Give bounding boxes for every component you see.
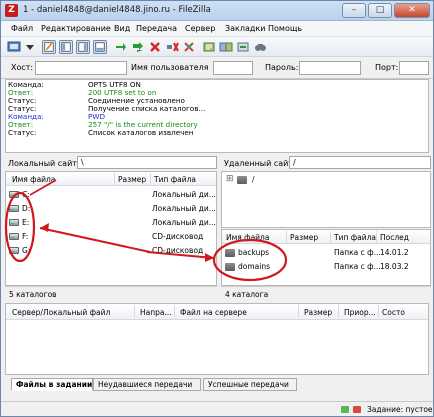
column-priority[interactable]: Приор... bbox=[344, 308, 376, 317]
menu-transfer[interactable]: Передача bbox=[136, 24, 177, 33]
expand-icon[interactable]: ⊞ bbox=[226, 173, 234, 186]
column-direction[interactable]: Напра... bbox=[140, 308, 172, 317]
column-server-local-file[interactable]: Сервер/Локальный файл bbox=[12, 308, 110, 317]
local-row-g[interactable]: G: CD-дисковод bbox=[6, 244, 216, 257]
remote-file-list[interactable]: Имя файла Размер Тип файла Послед backup… bbox=[221, 229, 431, 286]
remote-row-backups[interactable]: backups Папка с ф... 14.01.2 bbox=[222, 246, 430, 259]
remote-site-label: Удаленный сайт: bbox=[224, 159, 296, 168]
username-input[interactable] bbox=[213, 61, 253, 75]
column-size[interactable]: Размер bbox=[290, 233, 318, 242]
toggle-queue-icon[interactable] bbox=[93, 40, 107, 54]
column-last-modified[interactable]: Послед bbox=[380, 233, 409, 242]
dropdown-arrow-icon[interactable] bbox=[23, 40, 37, 54]
filezilla-app-icon: Z bbox=[5, 4, 18, 17]
toggle-local-tree-icon[interactable] bbox=[59, 40, 73, 54]
queue-indicator-icon bbox=[341, 406, 349, 413]
host-label: Хост: bbox=[11, 63, 34, 72]
remote-path-input[interactable]: / bbox=[289, 156, 431, 169]
folder-icon bbox=[225, 249, 235, 257]
hard-drive-icon bbox=[9, 219, 19, 226]
local-row-d[interactable]: D: Локальный ди... bbox=[6, 202, 216, 215]
local-status: 5 каталогов bbox=[5, 286, 217, 300]
local-row-f[interactable]: F: CD-дисковод bbox=[6, 230, 216, 243]
column-size[interactable]: Размер bbox=[118, 175, 146, 184]
sync-browsing-icon[interactable] bbox=[236, 40, 250, 54]
cd-drive-icon bbox=[9, 233, 19, 240]
hard-drive-icon bbox=[9, 205, 19, 212]
local-file-list[interactable]: Имя файла Размер Тип файла C: Локальный д… bbox=[5, 171, 217, 286]
folder-icon bbox=[225, 263, 235, 271]
menu-server[interactable]: Сервер bbox=[185, 24, 215, 33]
local-path-input[interactable]: \ bbox=[77, 156, 217, 169]
password-label: Пароль: bbox=[265, 63, 299, 72]
toolbar bbox=[1, 37, 433, 57]
cd-drive-icon bbox=[9, 247, 19, 254]
local-list-header: Имя файла Размер Тип файла bbox=[6, 172, 216, 186]
column-filename[interactable]: Имя файла bbox=[226, 233, 269, 242]
filezilla-window: Z 1 - daniel4848@daniel4848.jino.ru - Fi… bbox=[0, 0, 434, 417]
host-input[interactable] bbox=[35, 61, 127, 75]
cancel-operation-icon[interactable] bbox=[148, 40, 162, 54]
remote-status: 4 каталога bbox=[221, 286, 431, 300]
menu-bookmarks[interactable]: Закладки bbox=[225, 24, 265, 33]
column-type[interactable]: Тип файла bbox=[334, 233, 376, 242]
search-remote-files-icon[interactable] bbox=[253, 40, 267, 54]
process-queue-icon[interactable] bbox=[131, 40, 145, 54]
window-title: 1 - daniel4848@daniel4848.jino.ru - File… bbox=[23, 5, 211, 15]
tab-successful-transfers[interactable]: Успешные передачи bbox=[203, 378, 297, 391]
disconnect-icon[interactable] bbox=[165, 40, 179, 54]
column-status[interactable]: Состо bbox=[382, 308, 405, 317]
title-bar: Z 1 - daniel4848@daniel4848.jino.ru - Fi… bbox=[1, 1, 433, 21]
close-button[interactable]: ✕ bbox=[394, 3, 430, 18]
quickconnect-bar: Хост: Имя пользователя Пароль: Порт: bbox=[1, 57, 433, 79]
menu-file[interactable]: Файл bbox=[11, 24, 33, 33]
refresh-icon[interactable] bbox=[114, 40, 128, 54]
local-row-e[interactable]: E: Локальный ди... bbox=[6, 216, 216, 229]
toggle-remote-tree-icon[interactable] bbox=[76, 40, 90, 54]
directory-listing-filters-icon[interactable] bbox=[202, 40, 216, 54]
remote-row-domains[interactable]: domains Папка с ф... 18.03.2 bbox=[222, 260, 430, 273]
local-row-c[interactable]: C: Локальный ди... bbox=[6, 188, 216, 201]
menu-edit[interactable]: Редактирование bbox=[41, 24, 111, 33]
folder-icon bbox=[237, 176, 247, 184]
port-input[interactable] bbox=[399, 61, 429, 75]
site-manager-icon[interactable] bbox=[7, 40, 21, 54]
toggle-dir-comparison-icon[interactable] bbox=[219, 40, 233, 54]
menu-view[interactable]: Вид bbox=[114, 24, 130, 33]
column-filename[interactable]: Имя файла bbox=[12, 175, 55, 184]
menu-help[interactable]: Помощь bbox=[268, 24, 302, 33]
local-site-bar: Локальный сайт: \ bbox=[5, 155, 217, 171]
maximize-button[interactable]: □ bbox=[368, 3, 392, 18]
remote-tree[interactable]: ⊞ / bbox=[221, 171, 431, 228]
minimize-button[interactable]: – bbox=[342, 3, 366, 18]
toggle-log-icon[interactable] bbox=[42, 40, 56, 54]
remote-site-bar: Удаленный сайт: / bbox=[221, 155, 431, 171]
remote-tree-root[interactable]: ⊞ / bbox=[226, 173, 346, 186]
column-size[interactable]: Размер bbox=[304, 308, 332, 317]
message-log[interactable]: Команда: OPTS UTF8 ON Ответ: 200 UTF8 set … bbox=[5, 79, 429, 153]
status-bar: Задание: пустое bbox=[1, 401, 433, 416]
queue-indicator-icon bbox=[353, 406, 361, 413]
transfer-queue[interactable]: Сервер/Локальный файл Напра... Файл на с… bbox=[5, 303, 429, 375]
port-label: Порт: bbox=[375, 63, 399, 72]
queue-header: Сервер/Локальный файл Напра... Файл на с… bbox=[6, 304, 428, 320]
tab-queued-files[interactable]: Файлы в задании bbox=[11, 378, 93, 391]
column-remote-file[interactable]: Файл на сервере bbox=[180, 308, 247, 317]
queue-tabs: Файлы в задании Неудавшиеся передачи Усп… bbox=[5, 377, 429, 392]
password-input[interactable] bbox=[299, 61, 361, 75]
menu-bar: Файл Редактирование Вид Передача Сервер … bbox=[1, 21, 433, 37]
remote-list-header: Имя файла Размер Тип файла Послед bbox=[222, 230, 430, 244]
hard-drive-icon bbox=[9, 191, 19, 198]
tab-failed-transfers[interactable]: Неудавшиеся передачи bbox=[93, 378, 201, 391]
column-type[interactable]: Тип файла bbox=[154, 175, 196, 184]
username-label: Имя пользователя bbox=[131, 63, 209, 72]
queue-status-text: Задание: пустое bbox=[367, 405, 433, 414]
reconnect-icon[interactable] bbox=[182, 40, 196, 54]
local-site-label: Локальный сайт: bbox=[8, 159, 80, 168]
